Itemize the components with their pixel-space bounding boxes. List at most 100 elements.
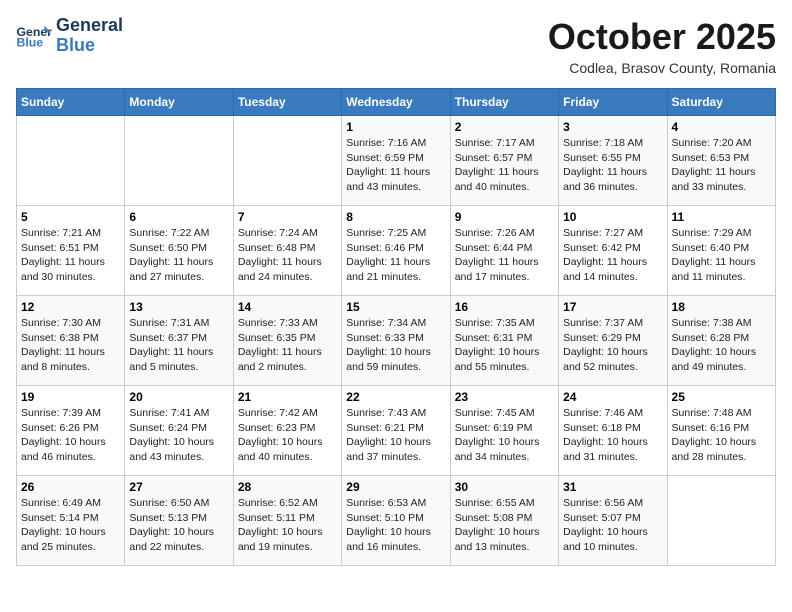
day-info: Sunrise: 7:24 AM Sunset: 6:48 PM Dayligh… — [238, 226, 337, 285]
page-header: General Blue General Blue October 2025 C… — [16, 16, 776, 76]
weekday-header-tuesday: Tuesday — [233, 89, 341, 116]
day-cell: 11 Sunrise: 7:29 AM Sunset: 6:40 PM Dayli… — [667, 206, 775, 296]
day-info: Sunrise: 6:50 AM Sunset: 5:13 PM Dayligh… — [129, 496, 228, 555]
day-number: 30 — [455, 480, 554, 494]
day-info: Sunrise: 6:56 AM Sunset: 5:07 PM Dayligh… — [563, 496, 662, 555]
day-info: Sunrise: 7:35 AM Sunset: 6:31 PM Dayligh… — [455, 316, 554, 375]
day-cell — [233, 116, 341, 206]
week-row-2: 5 Sunrise: 7:21 AM Sunset: 6:51 PM Daylig… — [17, 206, 776, 296]
day-cell: 23Sunrise: 7:45 AM Sunset: 6:19 PM Dayli… — [450, 386, 558, 476]
day-cell: 10 Sunrise: 7:27 AM Sunset: 6:42 PM Dayli… — [559, 206, 667, 296]
day-cell: 27Sunrise: 6:50 AM Sunset: 5:13 PM Dayli… — [125, 476, 233, 566]
day-info: Sunrise: 7:48 AM Sunset: 6:16 PM Dayligh… — [672, 406, 771, 465]
logo-icon: General Blue — [16, 22, 52, 50]
logo: General Blue General Blue — [16, 16, 123, 56]
day-info: Sunrise: 7:45 AM Sunset: 6:19 PM Dayligh… — [455, 406, 554, 465]
day-info: Sunrise: 7:20 AM Sunset: 6:53 PM Dayligh… — [672, 136, 771, 195]
location-subtitle: Codlea, Brasov County, Romania — [548, 60, 776, 76]
day-number: 16 — [455, 300, 554, 314]
day-info: Sunrise: 6:55 AM Sunset: 5:08 PM Dayligh… — [455, 496, 554, 555]
calendar-table: SundayMondayTuesdayWednesdayThursdayFrid… — [16, 88, 776, 566]
day-info: Sunrise: 7:33 AM Sunset: 6:35 PM Dayligh… — [238, 316, 337, 375]
day-number: 4 — [672, 120, 771, 134]
day-info: Sunrise: 6:52 AM Sunset: 5:11 PM Dayligh… — [238, 496, 337, 555]
day-info: Sunrise: 6:49 AM Sunset: 5:14 PM Dayligh… — [21, 496, 120, 555]
day-number: 25 — [672, 390, 771, 404]
svg-text:Blue: Blue — [17, 35, 44, 49]
day-cell: 30 Sunrise: 6:55 AM Sunset: 5:08 PM Dayli… — [450, 476, 558, 566]
day-cell: 31 Sunrise: 6:56 AM Sunset: 5:07 PM Dayli… — [559, 476, 667, 566]
day-info: Sunrise: 7:27 AM Sunset: 6:42 PM Dayligh… — [563, 226, 662, 285]
day-number: 12 — [21, 300, 120, 314]
weekday-header-monday: Monday — [125, 89, 233, 116]
day-cell: 4 Sunrise: 7:20 AM Sunset: 6:53 PM Daylig… — [667, 116, 775, 206]
day-cell: 26 Sunrise: 6:49 AM Sunset: 5:14 PM Dayli… — [17, 476, 125, 566]
day-number: 29 — [346, 480, 445, 494]
day-cell: 15Sunrise: 7:34 AM Sunset: 6:33 PM Dayli… — [342, 296, 450, 386]
logo-text: General Blue — [56, 16, 123, 56]
title-block: October 2025 Codlea, Brasov County, Roma… — [548, 16, 776, 76]
day-info: Sunrise: 7:29 AM Sunset: 6:40 PM Dayligh… — [672, 226, 771, 285]
day-number: 13 — [129, 300, 228, 314]
weekday-header-sunday: Sunday — [17, 89, 125, 116]
day-cell: 18Sunrise: 7:38 AM Sunset: 6:28 PM Dayli… — [667, 296, 775, 386]
week-row-1: 1Sunrise: 7:16 AM Sunset: 6:59 PM Daylig… — [17, 116, 776, 206]
day-info: Sunrise: 7:46 AM Sunset: 6:18 PM Dayligh… — [563, 406, 662, 465]
day-cell — [17, 116, 125, 206]
day-cell: 24Sunrise: 7:46 AM Sunset: 6:18 PM Dayli… — [559, 386, 667, 476]
day-cell: 16 Sunrise: 7:35 AM Sunset: 6:31 PM Dayli… — [450, 296, 558, 386]
week-row-5: 26 Sunrise: 6:49 AM Sunset: 5:14 PM Dayli… — [17, 476, 776, 566]
day-number: 9 — [455, 210, 554, 224]
day-cell: 22Sunrise: 7:43 AM Sunset: 6:21 PM Dayli… — [342, 386, 450, 476]
day-cell: 14 Sunrise: 7:33 AM Sunset: 6:35 PM Dayli… — [233, 296, 341, 386]
day-number: 6 — [129, 210, 228, 224]
day-info: Sunrise: 7:21 AM Sunset: 6:51 PM Dayligh… — [21, 226, 120, 285]
day-info: Sunrise: 7:30 AM Sunset: 6:38 PM Dayligh… — [21, 316, 120, 375]
day-cell: 17 Sunrise: 7:37 AM Sunset: 6:29 PM Dayli… — [559, 296, 667, 386]
day-cell: 20Sunrise: 7:41 AM Sunset: 6:24 PM Dayli… — [125, 386, 233, 476]
day-info: Sunrise: 7:37 AM Sunset: 6:29 PM Dayligh… — [563, 316, 662, 375]
logo-line1: General — [56, 16, 123, 36]
day-cell: 8Sunrise: 7:25 AM Sunset: 6:46 PM Daylig… — [342, 206, 450, 296]
day-number: 3 — [563, 120, 662, 134]
weekday-header-row: SundayMondayTuesdayWednesdayThursdayFrid… — [17, 89, 776, 116]
weekday-header-friday: Friday — [559, 89, 667, 116]
day-number: 17 — [563, 300, 662, 314]
day-info: Sunrise: 7:25 AM Sunset: 6:46 PM Dayligh… — [346, 226, 445, 285]
day-info: Sunrise: 7:17 AM Sunset: 6:57 PM Dayligh… — [455, 136, 554, 195]
day-cell: 2 Sunrise: 7:17 AM Sunset: 6:57 PM Daylig… — [450, 116, 558, 206]
day-number: 2 — [455, 120, 554, 134]
day-cell — [667, 476, 775, 566]
day-info: Sunrise: 6:53 AM Sunset: 5:10 PM Dayligh… — [346, 496, 445, 555]
day-number: 31 — [563, 480, 662, 494]
day-cell: 3 Sunrise: 7:18 AM Sunset: 6:55 PM Daylig… — [559, 116, 667, 206]
day-number: 19 — [21, 390, 120, 404]
day-cell: 1Sunrise: 7:16 AM Sunset: 6:59 PM Daylig… — [342, 116, 450, 206]
day-number: 10 — [563, 210, 662, 224]
month-title: October 2025 — [548, 16, 776, 58]
day-number: 11 — [672, 210, 771, 224]
day-info: Sunrise: 7:26 AM Sunset: 6:44 PM Dayligh… — [455, 226, 554, 285]
day-cell: 6 Sunrise: 7:22 AM Sunset: 6:50 PM Daylig… — [125, 206, 233, 296]
day-number: 14 — [238, 300, 337, 314]
day-number: 15 — [346, 300, 445, 314]
day-cell: 7Sunrise: 7:24 AM Sunset: 6:48 PM Daylig… — [233, 206, 341, 296]
day-cell — [125, 116, 233, 206]
day-number: 21 — [238, 390, 337, 404]
day-number: 26 — [21, 480, 120, 494]
weekday-header-saturday: Saturday — [667, 89, 775, 116]
day-cell: 21Sunrise: 7:42 AM Sunset: 6:23 PM Dayli… — [233, 386, 341, 476]
logo-line2: Blue — [56, 36, 123, 56]
week-row-4: 19 Sunrise: 7:39 AM Sunset: 6:26 PM Dayli… — [17, 386, 776, 476]
day-number: 22 — [346, 390, 445, 404]
day-cell: 12 Sunrise: 7:30 AM Sunset: 6:38 PM Dayli… — [17, 296, 125, 386]
day-info: Sunrise: 7:41 AM Sunset: 6:24 PM Dayligh… — [129, 406, 228, 465]
day-cell: 25 Sunrise: 7:48 AM Sunset: 6:16 PM Dayli… — [667, 386, 775, 476]
day-number: 5 — [21, 210, 120, 224]
day-cell: 9 Sunrise: 7:26 AM Sunset: 6:44 PM Daylig… — [450, 206, 558, 296]
day-info: Sunrise: 7:18 AM Sunset: 6:55 PM Dayligh… — [563, 136, 662, 195]
day-info: Sunrise: 7:22 AM Sunset: 6:50 PM Dayligh… — [129, 226, 228, 285]
day-cell: 19 Sunrise: 7:39 AM Sunset: 6:26 PM Dayli… — [17, 386, 125, 476]
day-info: Sunrise: 7:39 AM Sunset: 6:26 PM Dayligh… — [21, 406, 120, 465]
day-info: Sunrise: 7:16 AM Sunset: 6:59 PM Dayligh… — [346, 136, 445, 195]
